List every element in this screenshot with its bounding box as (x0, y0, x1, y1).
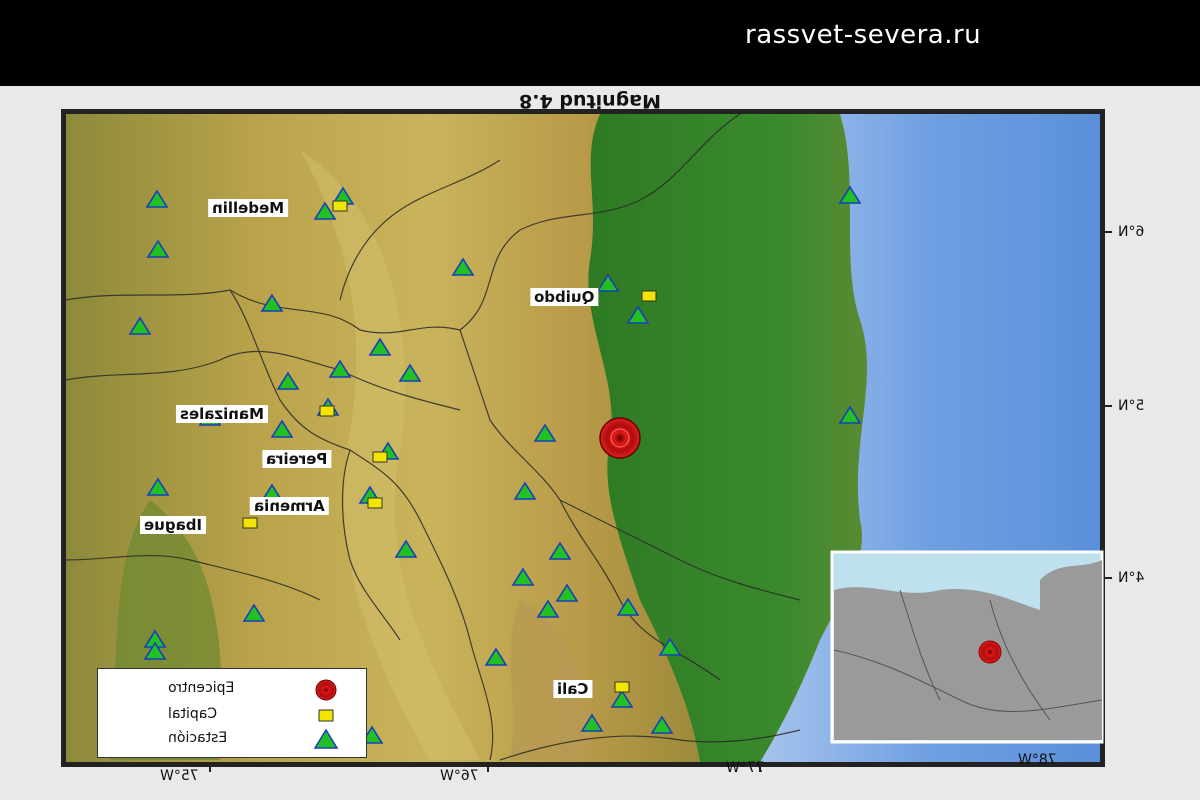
capital-icon (641, 290, 657, 302)
inset-epicenter-icon (978, 640, 1002, 664)
capital-legend-icon (318, 709, 334, 722)
city-label-manizales: Manizales (176, 405, 268, 423)
legend-row-capital: Capital (98, 703, 366, 729)
capital-icon (319, 405, 335, 417)
legend-label-station: Estación (168, 730, 228, 746)
capital-icon (242, 517, 258, 529)
map-legend: Epicentro Capital Estación (97, 668, 367, 758)
latitude-label: 5°N (1118, 398, 1145, 414)
legend-label-capital: Capital (168, 706, 218, 722)
capital-icon (614, 681, 630, 693)
city-label-cali: Cali (553, 680, 593, 698)
latitude-label: 4°N (1118, 570, 1145, 586)
legend-label-epicenter: Epicentro (168, 680, 235, 696)
longitude-label: 76°W (440, 768, 479, 784)
city-label-pereira: Pereira (262, 450, 332, 468)
capital-icon (372, 451, 388, 463)
legend-row-epicenter: Epicentro (98, 677, 366, 703)
city-label-medellin: Medellin (208, 199, 289, 217)
capital-icon (332, 200, 348, 212)
inset-map (830, 550, 1104, 744)
longitude-label: 77°W (726, 760, 765, 776)
city-label-armenia: Armenia (250, 497, 329, 515)
city-label-quibdo: Quibdo (530, 288, 599, 306)
capital-icon (367, 497, 383, 509)
legend-row-station: Estación (98, 727, 366, 753)
longitude-label: 75°W (160, 768, 199, 784)
city-label-ibague: Ibague (140, 516, 207, 534)
epicenter-icon (599, 417, 641, 459)
longitude-label: 78°W (1018, 752, 1057, 768)
epicenter-legend-icon (315, 679, 337, 701)
latitude-label: 6°N (1118, 224, 1145, 240)
station-legend-icon (313, 728, 339, 749)
